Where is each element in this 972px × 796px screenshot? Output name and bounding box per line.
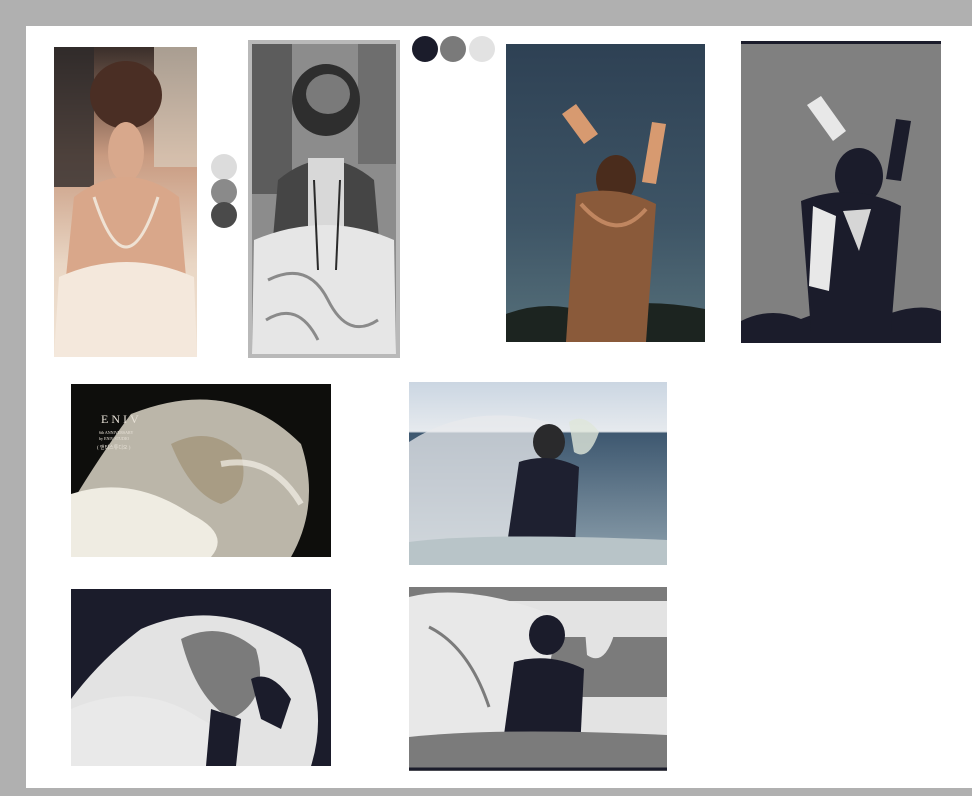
moodboard-canvas: ENIV 6th ANNIVERSARY by ENIV STUDIO ( 앤티… (26, 26, 972, 788)
photo-veil-bride: ENIV 6th ANNIVERSARY by ENIV STUDIO ( 앤티… (71, 384, 331, 557)
value-study-veil-bride (71, 589, 331, 766)
value-study-bride-back (248, 40, 400, 358)
photo-beach-veil (409, 382, 667, 565)
photo-dancer-sunset (506, 44, 705, 342)
palette-swatch-pale (469, 36, 495, 62)
palette-swatch-light (211, 154, 237, 180)
veil-logo: ENIV (101, 412, 142, 426)
veil-caption-line2: by ENIV STUDIO (99, 436, 130, 441)
palette-swatch-dark (211, 202, 237, 228)
palette-swatch-navy (412, 36, 438, 62)
photo-bride-back (54, 47, 197, 357)
palette-swatch-grey (440, 36, 466, 62)
veil-caption-line1: 6th ANNIVERSARY (99, 430, 134, 435)
value-study-dancer (741, 41, 941, 343)
value-study-beach-veil (409, 587, 667, 771)
veil-caption-line3: ( 앤티스튜디오 ) (97, 446, 131, 451)
